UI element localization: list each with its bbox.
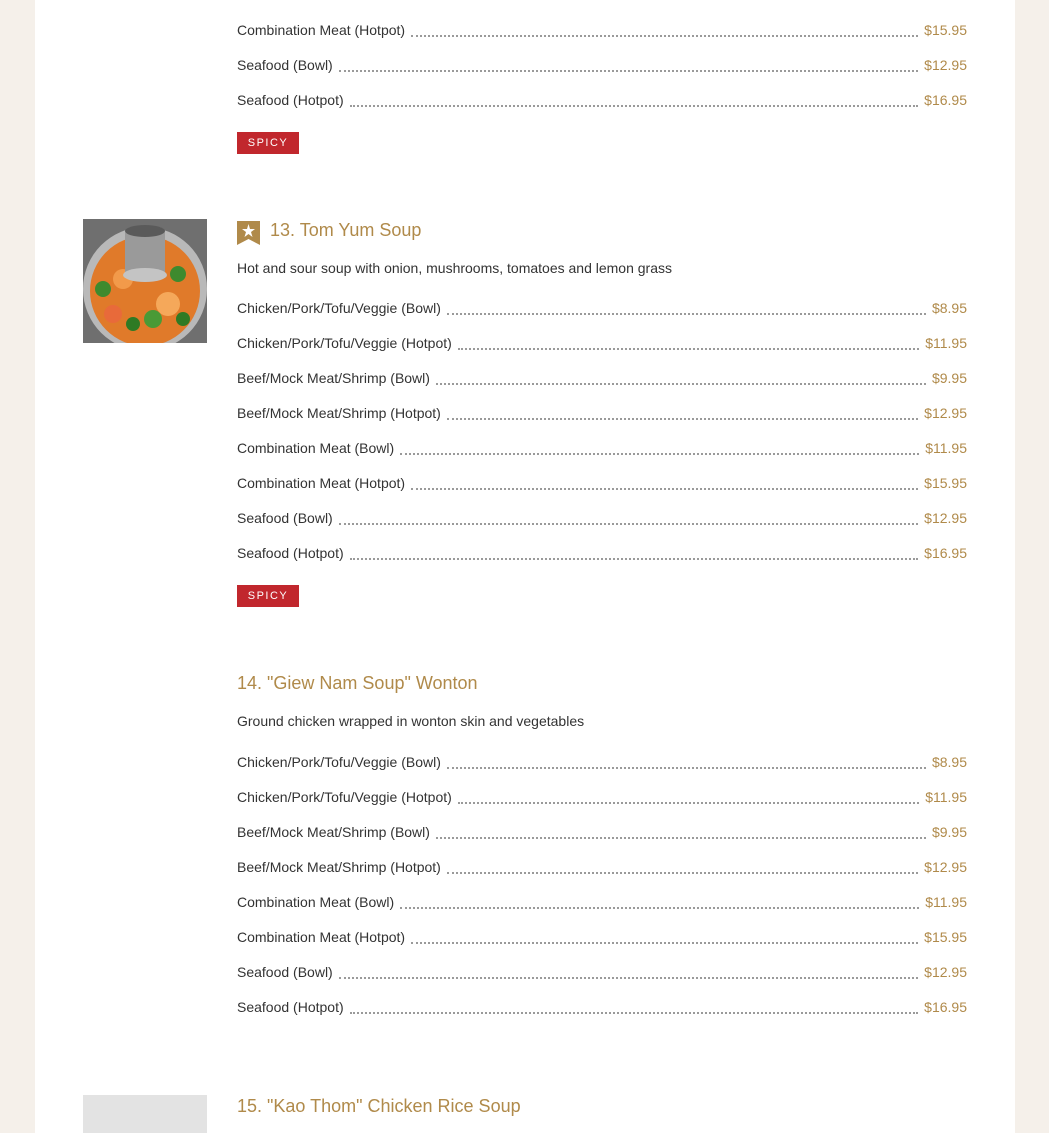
menu-item-name: Combination Meat (Bowl) xyxy=(237,894,395,910)
menu-item-price: $15.95 xyxy=(924,22,967,38)
menu-item: Beef/Mock Meat/Shrimp (Bowl) $9.95 xyxy=(237,368,967,388)
menu-item-price: $9.95 xyxy=(931,824,967,840)
dot-leader xyxy=(446,404,919,420)
menu-item-price: $15.95 xyxy=(924,929,967,945)
menu-item: Seafood (Hotpot) $16.95 xyxy=(237,90,967,110)
menu-item: Combination Meat (Hotpot) $15.95 xyxy=(237,473,967,493)
kao-thom-photo-placeholder xyxy=(83,1095,207,1133)
menu-item-price: $12.95 xyxy=(924,405,967,421)
dot-leader xyxy=(349,544,919,560)
menu-item: Seafood (Bowl) $12.95 xyxy=(237,55,967,75)
dot-leader xyxy=(435,823,926,839)
menu-item-price: $11.95 xyxy=(925,440,967,456)
menu-item-price: $9.95 xyxy=(931,370,967,386)
tom-yum-soup-photo xyxy=(83,219,207,343)
section-title: 13. Tom Yum Soup xyxy=(270,220,422,240)
menu-item-name: Combination Meat (Bowl) xyxy=(237,440,395,456)
dot-leader xyxy=(435,369,926,385)
dot-leader xyxy=(338,56,919,72)
menu-item: Combination Meat (Bowl) $11.95 xyxy=(237,438,967,458)
dot-leader xyxy=(411,928,919,944)
menu-item-price: $8.95 xyxy=(931,300,967,316)
menu-item: Seafood (Bowl) $12.95 xyxy=(237,962,967,982)
menu-item-name: Chicken/Pork/Tofu/Veggie (Hotpot) xyxy=(237,335,452,351)
menu-item-price: $16.95 xyxy=(924,92,967,108)
section-description: Ground chicken wrapped in wonton skin an… xyxy=(237,713,585,729)
spicy-badge: SPICY xyxy=(237,585,299,607)
menu-item-name: Chicken/Pork/Tofu/Veggie (Bowl) xyxy=(237,300,441,316)
menu-item-price: $12.95 xyxy=(924,510,967,526)
menu-item: Combination Meat (Hotpot) $15.95 xyxy=(237,927,967,947)
dot-leader xyxy=(349,91,919,107)
dot-leader xyxy=(349,998,919,1014)
menu-item: Beef/Mock Meat/Shrimp (Hotpot) $12.95 xyxy=(237,403,967,423)
menu-item: Beef/Mock Meat/Shrimp (Bowl) $9.95 xyxy=(237,822,967,842)
menu-item-price: $11.95 xyxy=(925,335,967,351)
menu-item: Chicken/Pork/Tofu/Veggie (Bowl) $8.95 xyxy=(237,752,967,772)
menu-item: Chicken/Pork/Tofu/Veggie (Hotpot) $11.95 xyxy=(237,333,967,353)
menu-item-name: Beef/Mock Meat/Shrimp (Bowl) xyxy=(237,370,430,386)
star-bookmark-icon xyxy=(237,221,260,245)
spicy-badge: SPICY xyxy=(237,132,299,154)
menu-item-price: $12.95 xyxy=(924,964,967,980)
menu-item: Chicken/Pork/Tofu/Veggie (Bowl) $8.95 xyxy=(237,298,967,318)
menu-item-price: $11.95 xyxy=(925,894,967,910)
menu-item: Chicken/Pork/Tofu/Veggie (Hotpot) $11.95 xyxy=(237,787,967,807)
dot-leader xyxy=(457,334,920,350)
dot-leader xyxy=(411,21,919,37)
menu-item-name: Seafood (Bowl) xyxy=(237,57,333,73)
menu-item-price: $16.95 xyxy=(924,999,967,1015)
dot-leader xyxy=(338,963,919,979)
menu-item-price: $12.95 xyxy=(924,57,967,73)
menu-item: Beef/Mock Meat/Shrimp (Hotpot) $12.95 xyxy=(237,857,967,877)
menu-item-name: Beef/Mock Meat/Shrimp (Bowl) xyxy=(237,824,430,840)
section-title: 14. "Giew Nam Soup" Wonton xyxy=(237,673,478,693)
dot-leader xyxy=(338,509,919,525)
menu-item-price: $16.95 xyxy=(924,545,967,561)
dot-leader xyxy=(411,474,919,490)
dot-leader xyxy=(446,299,926,315)
dot-leader xyxy=(446,753,926,769)
menu-item-name: Combination Meat (Hotpot) xyxy=(237,929,406,945)
menu-item: Seafood (Bowl) $12.95 xyxy=(237,508,967,528)
menu-item: Combination Meat (Bowl) $11.95 xyxy=(237,892,967,912)
menu-item-name: Combination Meat (Hotpot) xyxy=(237,22,406,38)
menu-item: Combination Meat (Hotpot) $15.95 xyxy=(237,20,967,40)
dot-leader xyxy=(400,439,920,455)
menu-item: Seafood (Hotpot) $16.95 xyxy=(237,997,967,1017)
dot-leader xyxy=(446,858,919,874)
dot-leader xyxy=(400,893,920,909)
section-description: Hot and sour soup with onion, mushrooms,… xyxy=(237,260,673,276)
menu-item-name: Beef/Mock Meat/Shrimp (Hotpot) xyxy=(237,405,441,421)
menu-item-name: Chicken/Pork/Tofu/Veggie (Hotpot) xyxy=(237,789,452,805)
menu-item-price: $12.95 xyxy=(924,859,967,875)
menu-item-name: Seafood (Bowl) xyxy=(237,964,333,980)
menu-item: Seafood (Hotpot) $16.95 xyxy=(237,543,967,563)
menu-item-name: Chicken/Pork/Tofu/Veggie (Bowl) xyxy=(237,754,441,770)
menu-item-name: Seafood (Hotpot) xyxy=(237,92,344,108)
section-title: 15. "Kao Thom" Chicken Rice Soup xyxy=(237,1096,521,1116)
menu-item-name: Seafood (Bowl) xyxy=(237,510,333,526)
menu-item-price: $15.95 xyxy=(924,475,967,491)
menu-item-price: $8.95 xyxy=(931,754,967,770)
menu-item-name: Seafood (Hotpot) xyxy=(237,999,344,1015)
menu-item-name: Seafood (Hotpot) xyxy=(237,545,344,561)
menu-item-name: Combination Meat (Hotpot) xyxy=(237,475,406,491)
menu-item-name: Beef/Mock Meat/Shrimp (Hotpot) xyxy=(237,859,441,875)
menu-item-price: $11.95 xyxy=(925,789,967,805)
dot-leader xyxy=(457,788,920,804)
